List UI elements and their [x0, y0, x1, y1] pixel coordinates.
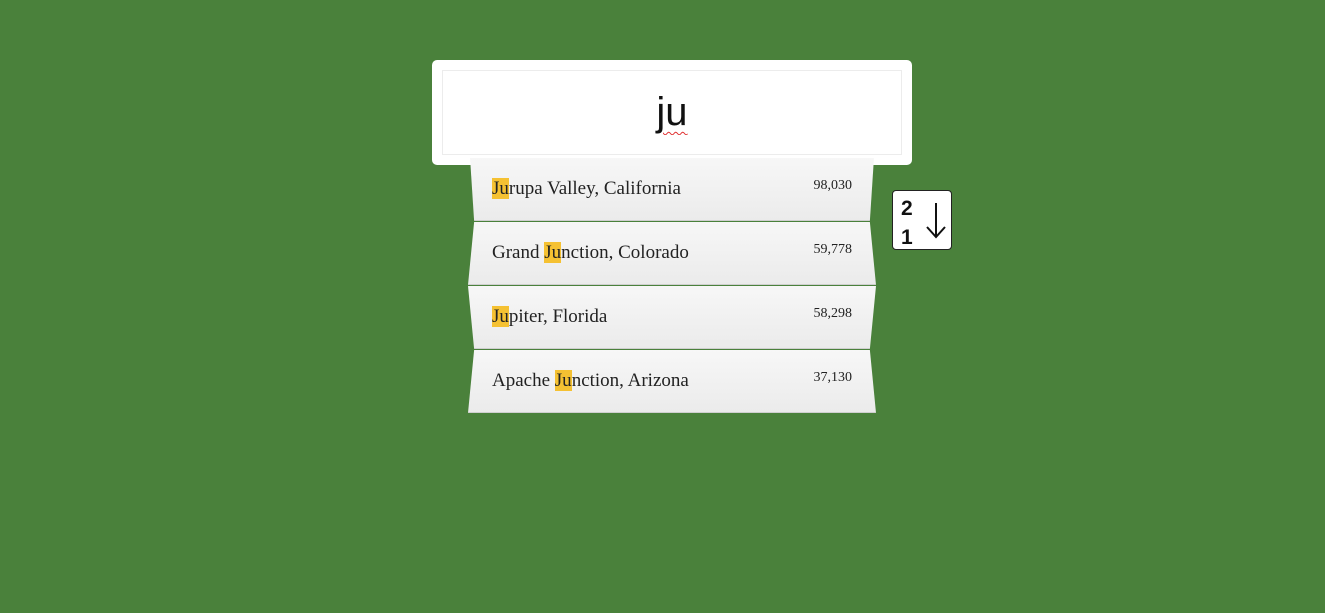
city-name: Jurupa Valley, California — [492, 178, 681, 199]
match-highlight: Ju — [492, 306, 509, 327]
list-item[interactable]: Jupiter, Florida 58,298 — [468, 286, 876, 349]
search-field-wrapper — [442, 70, 902, 155]
city-name: Apache Junction, Arizona — [492, 370, 689, 391]
list-item[interactable]: Jurupa Valley, California 98,030 — [470, 158, 874, 221]
match-highlight: Ju — [554, 370, 572, 391]
arrow-down-icon — [926, 203, 946, 239]
population-value: 37,130 — [813, 370, 853, 385]
population-value: 59,778 — [813, 242, 853, 257]
city-name: Jupiter, Florida — [492, 306, 608, 327]
population-value: 58,298 — [813, 306, 853, 321]
population-value: 98,030 — [813, 178, 853, 193]
city-name: Grand Junction, Colorado — [492, 242, 689, 263]
match-highlight: Ju — [544, 242, 562, 263]
sort-digit-top: 2 — [901, 197, 913, 220]
search-input[interactable] — [443, 89, 901, 136]
search-panel — [432, 60, 912, 165]
match-highlight: Ju — [492, 178, 509, 199]
list-item[interactable]: Grand Junction, Colorado 59,778 — [468, 222, 876, 285]
sort-digit-bottom: 1 — [901, 226, 913, 249]
sort-toggle-button[interactable]: 2 1 — [892, 190, 952, 250]
results-list: Jurupa Valley, California 98,030 Grand J… — [468, 158, 876, 414]
list-item[interactable]: Apache Junction, Arizona 37,130 — [468, 350, 876, 413]
sort-order-digits: 2 1 — [901, 194, 913, 252]
